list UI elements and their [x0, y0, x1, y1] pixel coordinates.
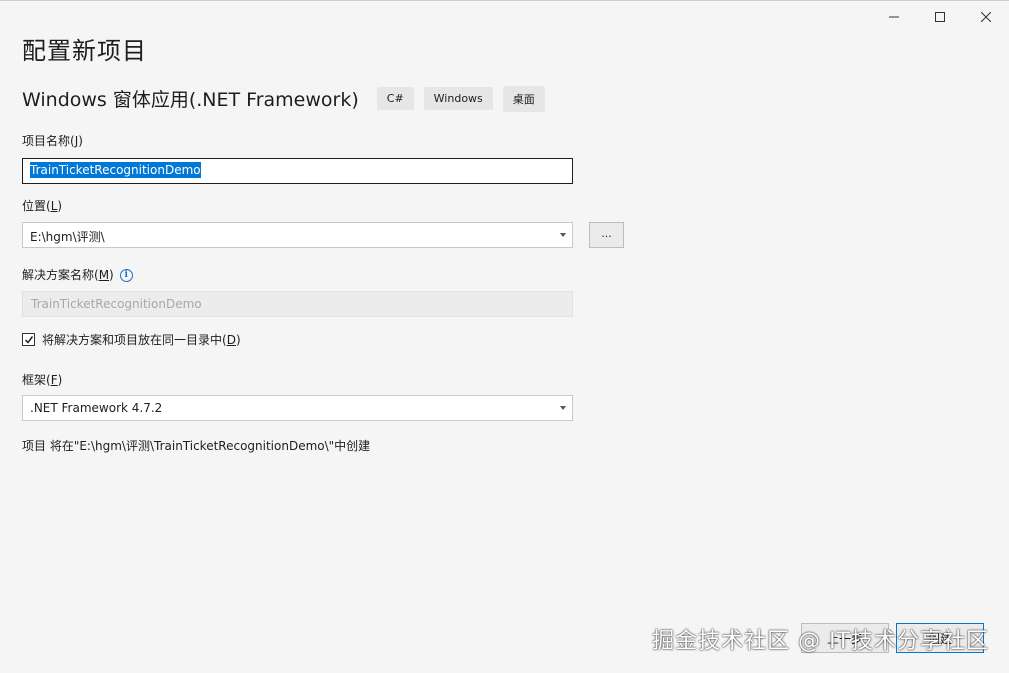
chevron-down-icon[interactable] — [560, 233, 566, 237]
same-directory-label: 将解决方案和项目放在同一目录中(D) — [42, 333, 241, 347]
chevron-down-icon[interactable] — [560, 406, 566, 410]
location-value: E:\hgm\评测\ — [30, 230, 105, 244]
framework-value: .NET Framework 4.7.2 — [30, 401, 163, 415]
maximize-icon — [935, 12, 945, 22]
page-title: 配置新项目 — [22, 37, 147, 65]
project-name-input[interactable]: TrainTicketRecognitionDemo — [22, 158, 573, 184]
same-directory-option[interactable]: 将解决方案和项目放在同一目录中(D) — [22, 331, 241, 348]
location-label: 位置(L) — [22, 199, 63, 213]
configure-project-window: 配置新项目 Windows 窗体应用(.NET Framework) C# Wi… — [0, 0, 1009, 673]
framework-combobox[interactable]: .NET Framework 4.7.2 — [22, 395, 573, 421]
checkmark-icon — [24, 336, 34, 344]
minimize-button[interactable] — [871, 1, 917, 33]
maximize-button[interactable] — [917, 1, 963, 33]
template-header: Windows 窗体应用(.NET Framework) C# Windows … — [22, 85, 555, 112]
project-path-info: 项目 将在"E:\hgm\评测\TrainTicketRecognitionDe… — [22, 439, 371, 453]
solution-name-input: TrainTicketRecognitionDemo — [22, 291, 573, 317]
tag-language: C# — [376, 87, 414, 110]
browse-button[interactable]: ... — [589, 222, 624, 248]
watermark: 掘金技术社区 @ IT技术分享社区 — [652, 629, 989, 654]
solution-name-label: 解决方案名称(M) i — [22, 266, 133, 283]
close-button[interactable] — [963, 1, 1009, 33]
tag-project-type: 桌面 — [502, 85, 545, 112]
template-name: Windows 窗体应用(.NET Framework) — [22, 89, 359, 111]
same-directory-checkbox[interactable] — [22, 333, 35, 346]
project-name-label: 项目名称(J) — [22, 134, 83, 148]
location-combobox[interactable]: E:\hgm\评测\ — [22, 222, 573, 248]
tag-platform: Windows — [423, 87, 493, 110]
project-name-value: TrainTicketRecognitionDemo — [30, 162, 201, 178]
framework-label: 框架(F) — [22, 373, 63, 387]
minimize-icon — [889, 16, 899, 18]
close-icon — [981, 12, 991, 22]
window-controls — [871, 1, 1009, 33]
info-icon[interactable]: i — [119, 269, 133, 282]
